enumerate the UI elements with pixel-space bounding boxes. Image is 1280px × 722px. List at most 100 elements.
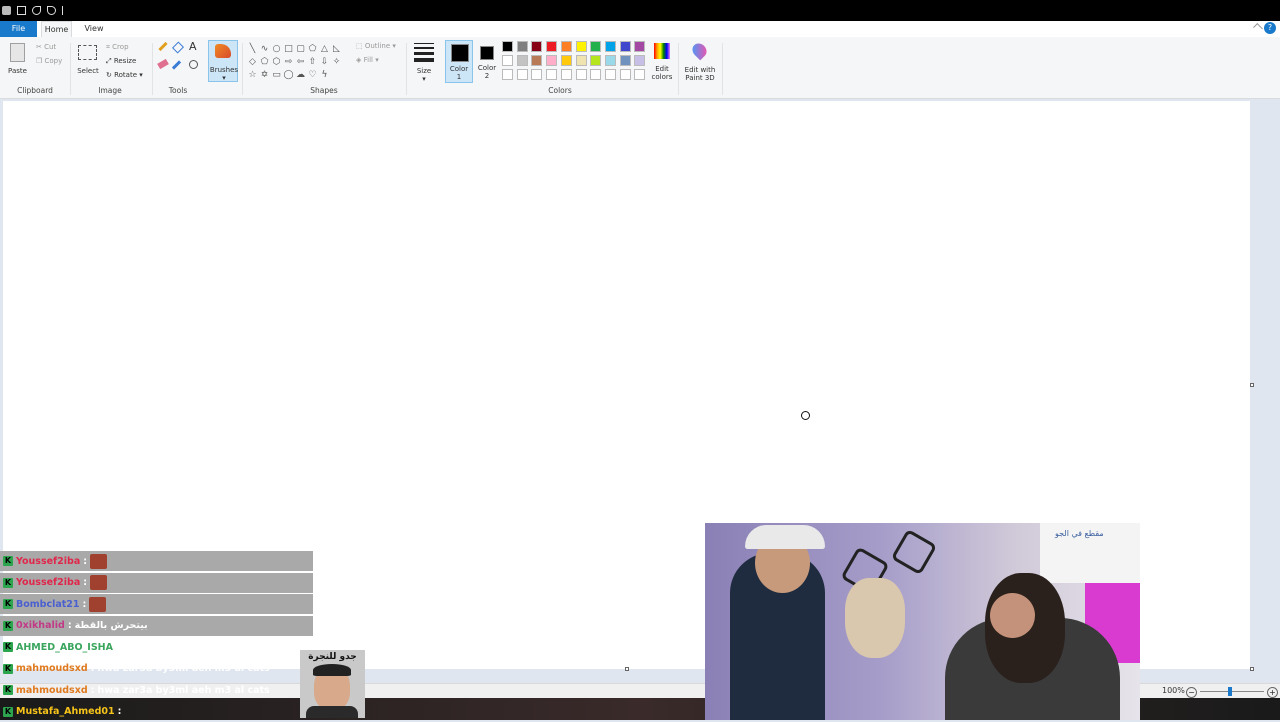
chat-separator: : <box>83 555 88 567</box>
copy-button[interactable]: ❐ Copy <box>36 57 62 65</box>
six-point-star-shape-icon[interactable]: ✡ <box>259 69 270 81</box>
down-arrow-shape-icon[interactable]: ⇩ <box>319 56 330 68</box>
file-tab[interactable]: File <box>0 21 37 37</box>
color-swatch[interactable] <box>604 41 616 52</box>
undo-icon[interactable] <box>32 6 41 15</box>
right-triangle-shape-icon[interactable]: ◺ <box>331 43 342 55</box>
color-swatch[interactable] <box>619 41 631 52</box>
edit-colors-button[interactable]: Edit colors <box>650 41 674 83</box>
color-swatch[interactable] <box>531 55 543 66</box>
callout-rect-shape-icon[interactable]: ▭ <box>271 69 282 81</box>
lightning-shape-icon[interactable]: ϟ <box>319 69 330 81</box>
tab-home[interactable]: Home <box>41 21 72 37</box>
color-swatch[interactable] <box>604 55 616 66</box>
save-icon[interactable] <box>17 6 26 15</box>
right-arrow-shape-icon[interactable]: ⇨ <box>283 56 294 68</box>
color1-button[interactable]: Color 1 <box>445 40 473 83</box>
zoom-slider-thumb[interactable] <box>1228 687 1232 696</box>
left-arrow-shape-icon[interactable]: ⇦ <box>295 56 306 68</box>
triangle-shape-icon[interactable]: △ <box>319 43 330 55</box>
edit-with-paint3d-button[interactable]: Edit with Paint 3D <box>682 40 718 83</box>
color-swatch[interactable] <box>560 69 572 80</box>
redo-icon[interactable] <box>47 6 56 15</box>
fill-button[interactable]: ◈ Fill ▾ <box>356 56 379 64</box>
zoom-out-button[interactable]: − <box>1186 687 1197 698</box>
color-swatch[interactable] <box>502 55 513 66</box>
pentagon-shape-icon[interactable]: ⬠ <box>259 56 270 68</box>
magnifier-icon[interactable] <box>189 60 198 69</box>
color-swatch[interactable] <box>634 69 646 80</box>
paste-button[interactable]: Paste <box>5 67 30 75</box>
color-swatch[interactable] <box>619 69 631 80</box>
eraser-icon[interactable] <box>157 58 169 70</box>
color-swatch[interactable] <box>590 41 602 52</box>
color-swatch[interactable] <box>590 55 602 66</box>
paste-icon[interactable] <box>10 43 25 62</box>
color-swatch[interactable] <box>546 55 558 66</box>
chat-username: mahmoudsxd <box>16 663 88 674</box>
color-picker-icon[interactable] <box>171 60 182 70</box>
select-button[interactable]: Select <box>75 67 101 75</box>
tab-view[interactable]: View <box>80 21 108 37</box>
color-swatch[interactable] <box>546 69 558 80</box>
cut-button[interactable]: ✂ Cut <box>36 43 56 51</box>
color-swatch[interactable] <box>590 69 602 80</box>
resize-handle-right[interactable] <box>1250 383 1254 387</box>
zoom-slider[interactable] <box>1200 687 1264 696</box>
polygon-shape-icon[interactable]: ⬠ <box>307 43 318 55</box>
callout-cloud-shape-icon[interactable]: ☁ <box>295 69 306 81</box>
oval-shape-icon[interactable]: ○ <box>271 43 282 55</box>
color-swatch[interactable] <box>502 69 513 80</box>
zoom-in-button[interactable]: + <box>1267 687 1278 698</box>
color-swatch[interactable] <box>560 41 572 52</box>
color-swatch[interactable] <box>516 41 528 52</box>
color-swatch[interactable] <box>516 69 528 80</box>
hexagon-shape-icon[interactable]: ⬡ <box>271 56 282 68</box>
color-swatch[interactable] <box>531 69 543 80</box>
size-button[interactable]: Size ▾ <box>410 41 438 83</box>
rounded-rectangle-shape-icon[interactable]: ▢ <box>295 43 306 55</box>
color-swatch[interactable] <box>560 55 572 66</box>
resize-handle-bottom[interactable] <box>625 667 629 671</box>
chat-separator: : <box>82 598 87 610</box>
brushes-button[interactable]: Brushes ▾ <box>208 40 238 82</box>
resize-handle-corner[interactable] <box>1250 667 1254 671</box>
color-swatch[interactable] <box>604 69 616 80</box>
collapse-ribbon-icon[interactable] <box>1253 23 1263 33</box>
chat-message: Kmahmoudsxd: hwa zar3a by3ml aeh m3 al ca… <box>0 659 270 679</box>
color-swatch[interactable] <box>575 69 587 80</box>
shapes-gallery[interactable]: ╲ ∿ ○ □ ▢ ⬠ △ ◺ ◇ ⬠ ⬡ ⇨ ⇦ ⇧ ⇩ ✧ ☆ ✡ ▭ ◯ … <box>247 43 342 81</box>
diamond-shape-icon[interactable]: ◇ <box>247 56 258 68</box>
color-swatch[interactable] <box>516 55 528 66</box>
up-arrow-shape-icon[interactable]: ⇧ <box>307 56 318 68</box>
color-swatch[interactable] <box>634 41 646 52</box>
color-swatch[interactable] <box>634 55 646 66</box>
curve-shape-icon[interactable]: ∿ <box>259 43 270 55</box>
shapes-group-label: Shapes <box>310 86 338 95</box>
select-icon[interactable] <box>78 45 97 60</box>
crop-button[interactable]: ⌗ Crop <box>106 43 129 52</box>
resize-button[interactable]: ⤢ Resize <box>106 57 136 66</box>
text-icon[interactable]: A <box>189 40 197 53</box>
customize-toolbar-icon[interactable] <box>62 6 67 15</box>
five-point-star-shape-icon[interactable]: ☆ <box>247 69 258 81</box>
color-swatch[interactable] <box>546 41 558 52</box>
platform-badge-icon: K <box>3 706 13 717</box>
color-swatch[interactable] <box>619 55 631 66</box>
outline-button[interactable]: ⬚ Outline ▾ <box>356 42 396 50</box>
rotate-button[interactable]: ↻ Rotate ▾ <box>106 71 143 79</box>
callout-oval-shape-icon[interactable]: ◯ <box>283 69 294 81</box>
heart-shape-icon[interactable]: ♡ <box>307 69 318 81</box>
pencil-icon[interactable] <box>158 41 168 52</box>
fill-icon[interactable] <box>171 41 185 54</box>
color-swatch[interactable] <box>502 41 513 52</box>
help-button[interactable]: ? <box>1264 22 1276 34</box>
four-point-star-shape-icon[interactable]: ✧ <box>331 56 342 68</box>
color-swatch[interactable] <box>575 55 587 66</box>
rectangle-shape-icon[interactable]: □ <box>283 43 294 55</box>
color-swatch[interactable] <box>575 41 587 52</box>
color2-button[interactable]: Color 2 <box>475 40 499 83</box>
color-swatch[interactable] <box>531 41 543 52</box>
line-shape-icon[interactable]: ╲ <box>247 43 258 55</box>
video-overlay: مقطع في الجو <box>705 523 1140 720</box>
